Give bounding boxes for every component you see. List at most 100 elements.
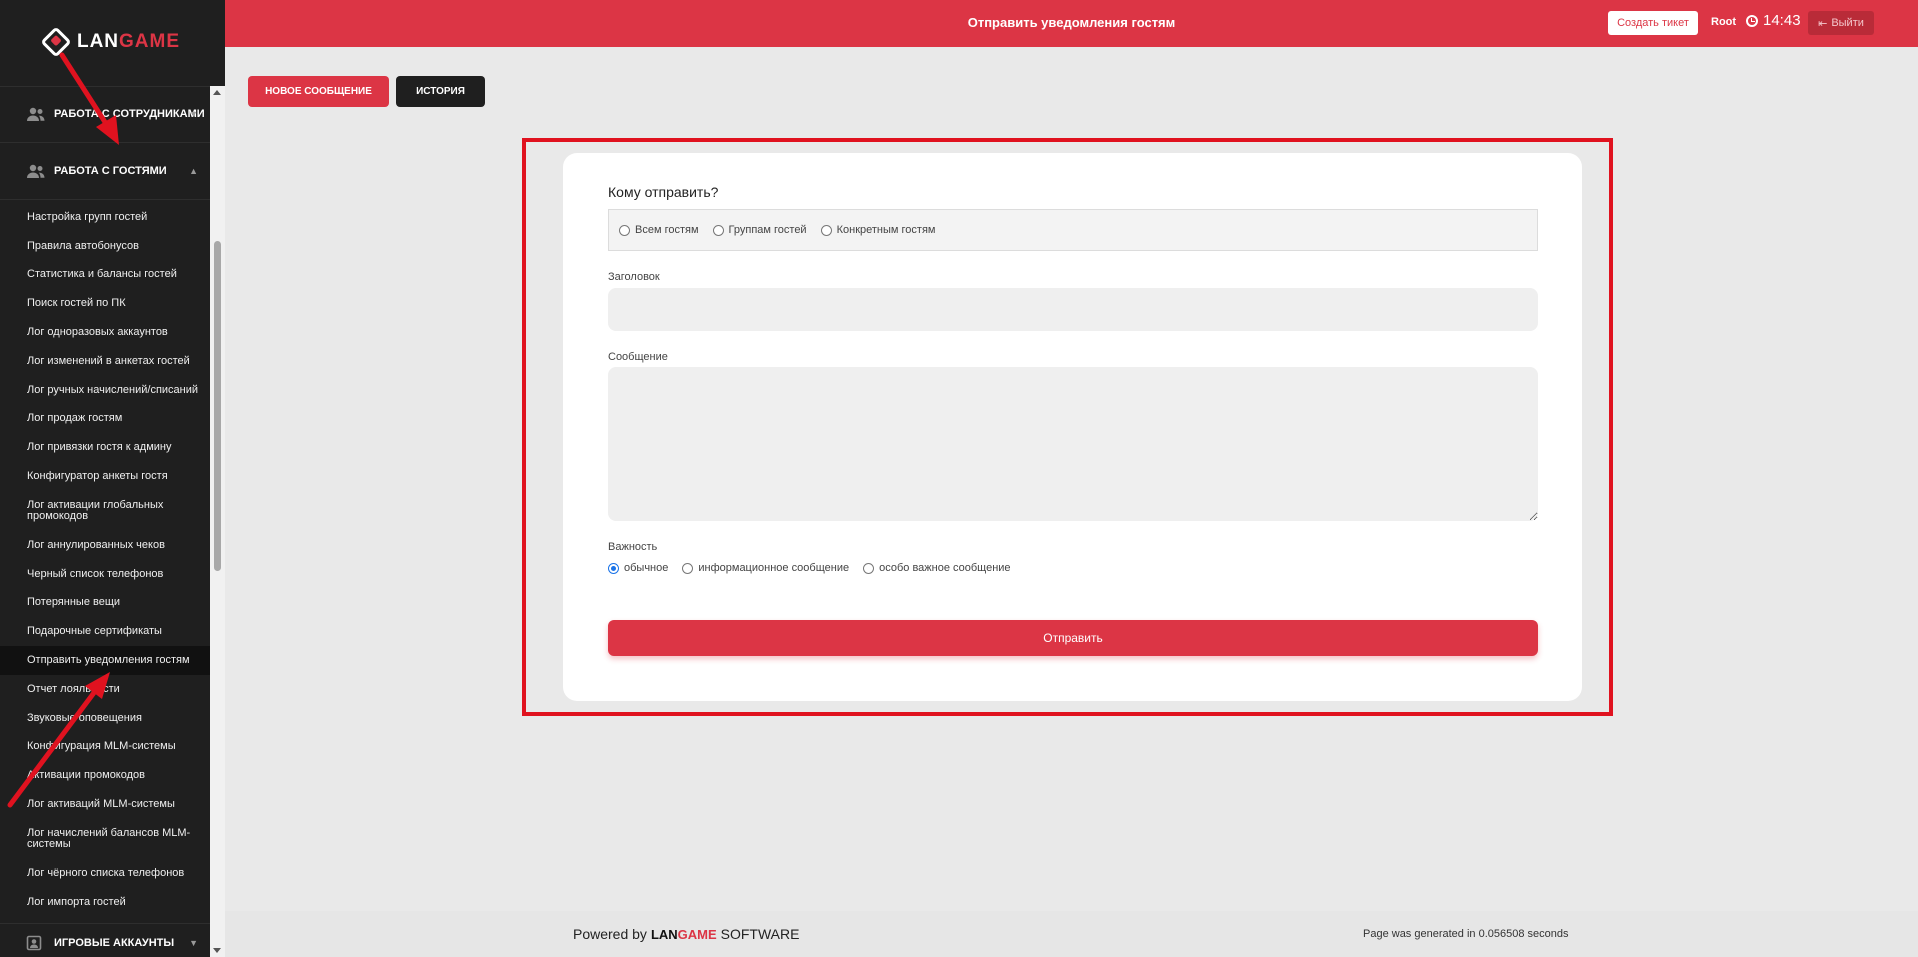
sidebar-section-label: Работа с гостями [54, 165, 167, 177]
sidebar-item[interactable]: Лог изменений в анкетах гостей [0, 347, 210, 376]
tab-history[interactable]: История [396, 76, 485, 107]
sidebar-item-label: Конфигурация MLM-системы [27, 740, 176, 753]
chevron-down-icon: ▼ [189, 109, 198, 119]
radio-button[interactable] [820, 224, 832, 236]
sidebar-item[interactable]: Поиск гостей по ПК [0, 289, 210, 318]
importance-selector: обычное информационное сообщение особо в… [608, 562, 1025, 574]
sidebar-item[interactable]: Настройка групп гостей [0, 203, 210, 232]
sidebar-item[interactable]: Правила автобонусов [0, 232, 210, 261]
sidebar-item[interactable]: Конфигуратор анкеты гостя [0, 462, 210, 491]
sidebar-item[interactable]: Лог одноразовых аккаунтов [0, 318, 210, 347]
message-label: Сообщение [608, 351, 668, 363]
sidebar-item[interactable]: Лог начислений балансов MLM-системы [0, 819, 210, 859]
sidebar-item-label: Лог привязки гостя к админу [27, 441, 172, 454]
tab-new-message[interactable]: Новое сообщение [248, 76, 389, 107]
sidebar-section-games[interactable]: Игровые аккаунты ▼ [0, 931, 210, 955]
radio-label: Группам гостей [728, 224, 807, 236]
logout-icon: ⇤ [1818, 17, 1828, 30]
sidebar-item-label: Поиск гостей по ПК [27, 297, 126, 310]
sidebar-item[interactable]: Подарочные сертификаты [0, 617, 210, 646]
sidebar-section-label: Игровые аккаунты [54, 937, 175, 949]
user-name[interactable]: Root [1711, 16, 1736, 28]
sidebar-menu: Настройка групп гостей Правила автобонус… [0, 203, 210, 917]
sidebar-item-label: Лог изменений в анкетах гостей [27, 354, 190, 367]
sidebar-item-label: Лог активаций MLM-системы [27, 798, 175, 811]
logout-label: Выйти [1831, 17, 1864, 29]
clock-time: 14:43 [1763, 12, 1801, 29]
importance-option-critical[interactable]: особо важное сообщение [863, 562, 1011, 574]
sidebar-item[interactable]: Отчет лояльности [0, 675, 210, 704]
chevron-down-icon: ▼ [189, 938, 198, 948]
recipient-option-all[interactable]: Всем гостям [619, 224, 699, 236]
create-ticket-button[interactable]: Создать тикет [1608, 11, 1698, 35]
scroll-up-icon[interactable] [213, 90, 221, 95]
sidebar-item[interactable]: Активации промокодов [0, 761, 210, 790]
sidebar-item[interactable]: Лог активации глобальных промокодов [0, 491, 210, 531]
gamepad-icon [26, 935, 46, 951]
sidebar-item[interactable]: Конфигурация MLM-системы [0, 733, 210, 762]
sidebar-item[interactable]: Статистика и балансы гостей [0, 261, 210, 290]
sidebar-item-label: Лог аннулированных чеков [27, 538, 165, 551]
sidebar-item[interactable]: Лог импорта гостей [0, 888, 210, 917]
sidebar-item-label: Активации промокодов [27, 769, 146, 782]
sidebar-item[interactable]: Лог чёрного списка телефонов [0, 859, 210, 888]
sidebar-item-label: Лог начислений балансов MLM-системы [27, 826, 191, 850]
importance-option-normal[interactable]: обычное [608, 562, 668, 574]
sidebar-item[interactable]: Лог ручных начислений/списаний [0, 376, 210, 405]
sidebar-section-label: Работа с сотрудниками [54, 108, 205, 120]
sidebar-item[interactable]: Лог продаж гостям [0, 405, 210, 434]
divider [0, 86, 210, 87]
brand-logo[interactable]: LANGAME [0, 0, 225, 84]
radio-button[interactable] [682, 562, 694, 574]
message-textarea[interactable] [608, 367, 1538, 521]
users-icon [26, 163, 46, 179]
logo-icon [40, 26, 72, 58]
powered-prefix: Powered by [573, 926, 647, 942]
sidebar-item[interactable]: Лог активаций MLM-системы [0, 790, 210, 819]
sidebar-item-label: Подарочные сертификаты [27, 625, 162, 638]
sidebar-item-label: Лог чёрного списка телефонов [27, 866, 185, 879]
radio-button[interactable] [712, 224, 724, 236]
sidebar-item[interactable]: Черный список телефонов [0, 560, 210, 589]
radio-label: информационное сообщение [698, 562, 850, 574]
sidebar-section-guests[interactable]: Работа с гостями ▲ [0, 150, 210, 192]
scrollbar-thumb[interactable] [214, 241, 221, 571]
users-icon [26, 106, 46, 122]
clock-icon [1746, 14, 1758, 27]
title-input[interactable] [608, 288, 1538, 331]
importance-label: Важность [608, 541, 658, 553]
recipient-selector: Всем гостям Группам гостей Конкретным го… [608, 209, 1538, 251]
recipient-option-specific[interactable]: Конкретным гостям [820, 224, 935, 236]
sidebar-item[interactable]: Потерянные вещи [0, 589, 210, 618]
sidebar-item-label: Лог активации глобальных промокодов [27, 498, 164, 522]
divider [0, 923, 210, 924]
chevron-up-icon: ▲ [189, 166, 198, 176]
recipient-option-groups[interactable]: Группам гостей [712, 224, 807, 236]
sidebar-item-active[interactable]: Отправить уведомления гостям [0, 646, 210, 675]
sidebar-item-label: Правила автобонусов [27, 239, 139, 252]
footer-brand-logo: LANGAME [650, 926, 717, 942]
sidebar-item[interactable]: Лог аннулированных чеков [0, 531, 210, 560]
generation-time: Page was generated in 0.056508 seconds [1363, 928, 1569, 940]
sidebar-item-label: Лог импорта гостей [27, 895, 126, 908]
sidebar-item-label: Лог ручных начислений/списаний [27, 383, 199, 396]
sidebar-item-label: Звуковые оповещения [27, 711, 142, 724]
sidebar-scrollbar[interactable] [210, 86, 225, 957]
sidebar: LANGAME Работа с сотрудниками ▼ Работа с… [0, 0, 225, 957]
radio-button[interactable] [619, 224, 630, 236]
radio-label: особо важное сообщение [879, 562, 1011, 574]
sidebar-section-staff[interactable]: Работа с сотрудниками ▼ [0, 94, 210, 134]
sidebar-item[interactable]: Лог привязки гостя к админу [0, 433, 210, 462]
importance-option-info[interactable]: информационное сообщение [682, 562, 849, 574]
powered-by: Powered by LANGAME SOFTWARE [573, 926, 799, 942]
sidebar-item[interactable]: Звуковые оповещения [0, 704, 210, 733]
send-button[interactable]: Отправить [608, 620, 1538, 656]
radio-button-checked[interactable] [608, 562, 619, 574]
divider [0, 142, 210, 143]
divider [0, 199, 210, 200]
logout-button[interactable]: ⇤ Выйти [1808, 11, 1874, 35]
sidebar-item-label: Лог одноразовых аккаунтов [27, 326, 168, 339]
logo-text: LANGAME [76, 31, 181, 52]
scroll-down-icon[interactable] [213, 948, 221, 953]
radio-button[interactable] [863, 562, 875, 574]
